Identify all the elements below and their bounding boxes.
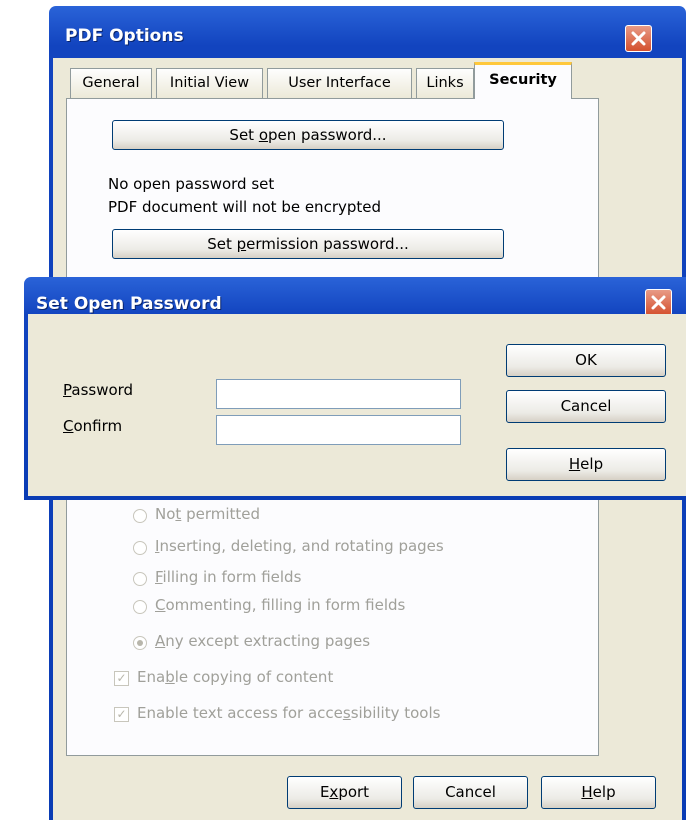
button-label: OK — [575, 351, 597, 369]
confirm-input[interactable] — [216, 415, 461, 445]
tab-user-interface[interactable]: User Interface — [267, 68, 412, 98]
button-label: Cancel — [560, 397, 612, 415]
button-label-part: Set — [229, 126, 259, 144]
password-label: Password — [63, 381, 134, 399]
set-open-password-button[interactable]: Set open password... — [112, 120, 504, 150]
tab-label: Links — [426, 75, 464, 91]
access-key: H — [568, 455, 581, 473]
radio-label: Commenting, filling in form fields — [155, 596, 406, 614]
tab-label: General — [82, 75, 140, 91]
close-icon — [631, 31, 646, 46]
checkbox[interactable]: ✓ — [114, 671, 129, 686]
radio-label: Any except extracting pages — [155, 632, 371, 650]
radio-button[interactable] — [133, 572, 147, 586]
radio-button-selected[interactable] — [133, 636, 147, 650]
dialog-title: Set Open Password — [36, 294, 222, 314]
radio-button[interactable] — [133, 600, 147, 614]
access-key: x — [329, 783, 339, 801]
button-label-part: elp — [580, 455, 604, 473]
encryption-status: PDF document will not be encrypted — [108, 198, 382, 216]
tab-label: User Interface — [288, 75, 391, 91]
radio-label: Inserting, deleting, and rotating pages — [155, 537, 444, 555]
tab-security[interactable]: Security — [474, 62, 572, 99]
tab-initial-view[interactable]: Initial View — [156, 68, 263, 98]
radio-label: Not permitted — [155, 505, 261, 523]
help-button[interactable]: Help — [541, 776, 656, 809]
cancel-button[interactable]: Cancel — [413, 776, 528, 809]
ok-button[interactable]: OK — [506, 344, 666, 377]
close-button[interactable] — [625, 25, 652, 52]
radio-button[interactable] — [133, 541, 147, 555]
button-label-part: E — [319, 783, 330, 801]
tab-general[interactable]: General — [70, 68, 152, 98]
access-key: H — [581, 783, 593, 801]
dialog-title: PDF Options — [65, 26, 184, 46]
set-permission-password-button[interactable]: Set permission password... — [112, 229, 504, 259]
checkbox-label: Enable text access for accessibility too… — [137, 704, 441, 722]
help-button[interactable]: Help — [506, 448, 666, 481]
button-label: Cancel — [445, 783, 496, 801]
button-label-part: pen password... — [268, 126, 387, 144]
access-key: o — [258, 126, 269, 144]
close-button[interactable] — [645, 289, 672, 316]
radio-label: Filling in form fields — [155, 568, 302, 586]
cancel-button[interactable]: Cancel — [506, 390, 666, 423]
button-label-part: elp — [592, 783, 616, 801]
access-key: p — [236, 235, 247, 253]
checkbox[interactable]: ✓ — [114, 707, 129, 722]
radio-button[interactable] — [133, 509, 147, 523]
button-label-part: port — [338, 783, 370, 801]
export-button[interactable]: Export — [287, 776, 402, 809]
tab-links[interactable]: Links — [416, 68, 474, 98]
button-label-part: Set — [207, 235, 237, 253]
set-open-password-dialog: Set Open Password Password Confirm OK Ca… — [24, 277, 686, 500]
tab-label: Security — [489, 72, 557, 88]
dialog-body: Password Confirm OK Cancel Help — [28, 314, 686, 496]
close-icon — [651, 295, 666, 310]
confirm-label: Confirm — [63, 417, 123, 435]
password-input[interactable] — [216, 379, 461, 409]
button-label-part: ermission password... — [246, 235, 409, 253]
open-password-status: No open password set — [108, 175, 275, 193]
checkbox-label: Enable copying of content — [137, 668, 334, 686]
tab-label: Initial View — [169, 75, 250, 91]
